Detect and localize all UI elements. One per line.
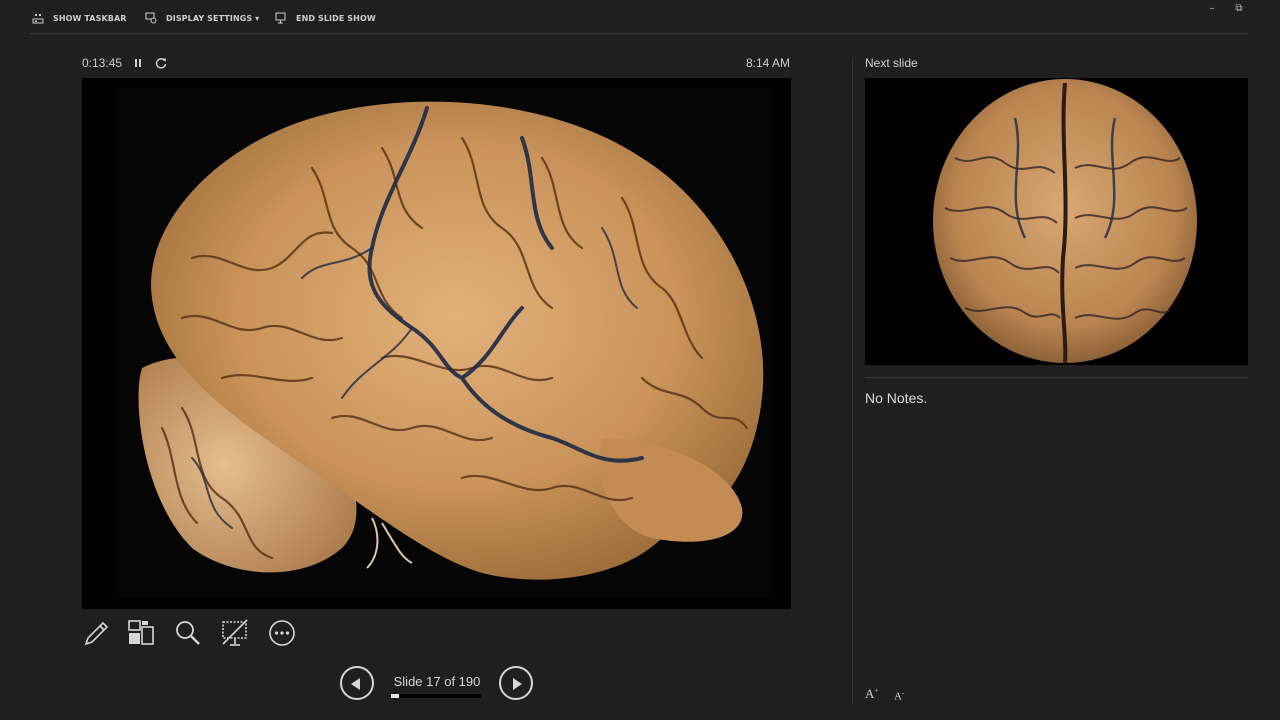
see-all-slides-icon[interactable]	[126, 618, 156, 648]
decrease-font-label: A	[894, 690, 902, 703]
pane-divider[interactable]	[852, 58, 853, 704]
brain-superior-image	[865, 78, 1248, 365]
slide-navigation: Slide 17 of 190	[340, 666, 534, 700]
next-slide-button[interactable]	[499, 666, 533, 700]
end-show-icon	[275, 12, 286, 24]
toolbar-divider	[30, 33, 1248, 34]
end-slide-show-button[interactable]: END SLIDE SHOW	[275, 11, 376, 25]
more-options-icon[interactable]	[267, 618, 297, 648]
black-screen-icon[interactable]	[220, 618, 250, 648]
previous-arrow-icon	[351, 678, 360, 690]
show-taskbar-button[interactable]: SHOW TASKBAR	[32, 11, 127, 25]
elapsed-timer: 0:13:45	[82, 56, 123, 70]
presenter-toolbar: SHOW TASKBAR DISPLAY SETTINGS ▾ END SLID…	[0, 0, 1280, 34]
next-arrow-icon	[513, 678, 522, 690]
show-taskbar-label: SHOW TASKBAR	[53, 13, 127, 23]
pen-icon[interactable]	[82, 618, 112, 648]
taskbar-icon	[32, 14, 44, 24]
slide-progress-fill	[391, 694, 399, 698]
notes-divider	[865, 377, 1248, 378]
slide-counter[interactable]: Slide 17 of 190	[390, 674, 484, 689]
display-settings-button[interactable]: DISPLAY SETTINGS ▾	[145, 11, 259, 25]
zoom-icon[interactable]	[173, 618, 203, 648]
minimize-button[interactable]: –	[1205, 3, 1219, 15]
speaker-notes: No Notes.	[865, 390, 928, 406]
pause-timer-icon[interactable]	[133, 57, 143, 69]
slide-progress-bar	[391, 694, 481, 698]
end-slide-show-label: END SLIDE SHOW	[296, 13, 376, 23]
previous-slide-button[interactable]	[340, 666, 374, 700]
increase-font-label: A	[865, 686, 875, 701]
decrease-font-button[interactable]: A-	[894, 689, 904, 703]
current-slide[interactable]	[82, 78, 791, 609]
next-slide-label: Next slide	[865, 56, 918, 70]
display-settings-icon	[145, 12, 157, 24]
display-settings-label: DISPLAY SETTINGS ▾	[166, 13, 260, 23]
brain-lateral-image	[82, 78, 791, 609]
next-slide-preview[interactable]	[865, 78, 1248, 365]
restart-timer-icon[interactable]	[154, 56, 168, 70]
current-time: 8:14 AM	[745, 56, 790, 70]
increase-font-button[interactable]: A+	[865, 686, 878, 702]
restore-button[interactable]: ⧉	[1232, 3, 1246, 15]
